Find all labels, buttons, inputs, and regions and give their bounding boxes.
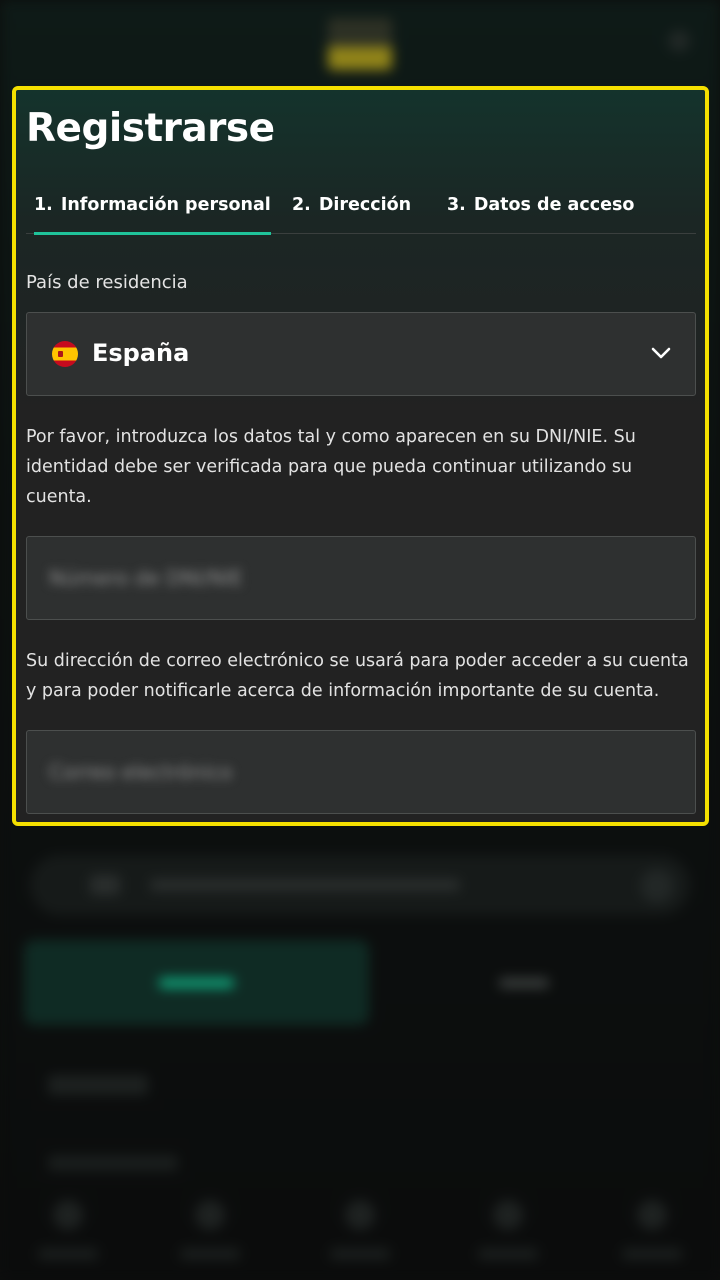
- background-tabs: [24, 940, 696, 1030]
- email-instructions: Su dirección de correo electrónico se us…: [26, 651, 689, 701]
- menu-icon: [668, 30, 690, 52]
- spain-flag-icon: [52, 341, 78, 367]
- step-address[interactable]: 2. Dirección: [292, 190, 411, 234]
- step-label: Información personal: [60, 195, 271, 215]
- step-number: 3.: [447, 195, 466, 215]
- selected-country: España: [92, 339, 190, 367]
- step-label: Dirección: [318, 195, 412, 215]
- chevron-down-icon: [651, 347, 671, 359]
- background-bottom-nav: [0, 1190, 720, 1280]
- registration-modal: Registrarse 1. Información personal 2. Dir…: [12, 86, 709, 826]
- id-instructions: Por favor, introduzca los datos tal y co…: [26, 427, 636, 507]
- step-number: 2.: [292, 195, 311, 215]
- email-input[interactable]: [27, 731, 695, 813]
- background-search-bar: [30, 855, 690, 915]
- id-number-field[interactable]: [26, 536, 696, 620]
- step-number: 1.: [34, 195, 53, 215]
- id-number-input[interactable]: [27, 537, 695, 619]
- modal-title: Registrarse: [26, 106, 275, 151]
- step-personal-info[interactable]: 1. Información personal: [34, 190, 271, 235]
- step-label: Datos de acceso: [473, 195, 635, 215]
- registration-steps: 1. Información personal 2. Dirección 3. Dat…: [26, 190, 696, 235]
- country-select[interactable]: España: [26, 312, 696, 396]
- email-field[interactable]: [26, 730, 696, 814]
- step-access-data[interactable]: 3. Datos de acceso: [447, 190, 634, 234]
- country-label: País de residencia: [26, 272, 188, 293]
- app-logo: [328, 18, 392, 70]
